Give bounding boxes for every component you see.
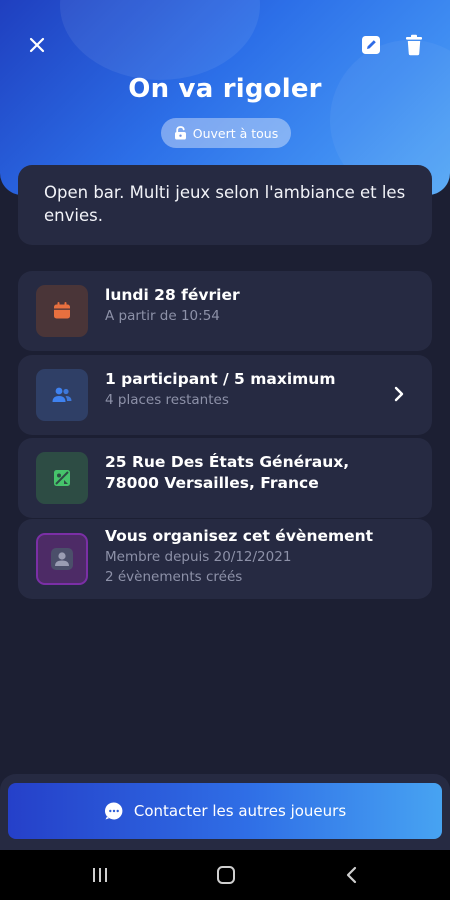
event-title: On va rigoler [128,74,322,104]
participants-count: 1 participant / 5 maximum [105,370,336,388]
member-since: Membre depuis 20/12/2021 [105,549,292,565]
home-button[interactable] [211,862,241,888]
organizer-avatar [36,533,88,585]
user-avatar-icon [51,548,73,570]
location-icon-box [36,452,88,504]
address-line-1: 25 Rue Des États Généraux, [105,453,350,471]
calendar-icon [54,302,70,319]
access-badge-label: Ouvert à tous [192,125,279,141]
event-detail-screen: On va rigoler Ouvert à tous Open bar. Mu… [0,0,450,900]
date-icon-box [36,285,88,337]
edit-icon [362,36,380,54]
organizer-text: Vous organisez cet évènement Membre depu… [105,526,373,587]
system-navigation-bar [0,850,450,900]
location-text: 25 Rue Des États Généraux, 78000 Versail… [105,452,349,494]
participants-icon-box [36,369,88,421]
chevron-right-icon [386,381,412,407]
event-description: Open bar. Multi jeux selon l'ambiance et… [44,183,406,225]
recents-icon [93,868,107,882]
location-card[interactable]: 25 Rue Des États Généraux, 78000 Versail… [18,438,432,518]
access-badge: Ouvert à tous [161,118,291,148]
contact-players-button[interactable]: Contacter les autres joueurs [8,783,442,839]
chat-icon [104,802,123,820]
back-icon [346,866,357,884]
places-remaining: 4 places restantes [105,392,229,408]
close-icon [29,37,45,53]
date-card: lundi 28 février A partir de 10:54 [18,271,432,351]
users-icon [52,387,72,402]
contact-players-label: Contacter les autres joueurs [133,802,347,820]
organizer-card: Vous organisez cet évènement Membre depu… [18,519,432,599]
event-date: lundi 28 février [105,286,240,304]
recents-button[interactable] [85,862,115,888]
date-text: lundi 28 février A partir de 10:54 [105,285,240,326]
header-decoration [60,0,260,80]
map-icon [54,470,70,486]
delete-button[interactable] [399,30,429,60]
address-line-2: 78000 Versailles, France [105,474,319,492]
participants-text: 1 participant / 5 maximum 4 places resta… [105,369,336,410]
trash-icon [406,34,422,56]
back-button[interactable] [337,862,367,888]
organizer-title: Vous organisez cet évènement [105,527,374,545]
close-button[interactable] [22,30,52,60]
home-icon [217,866,235,884]
description-card: Open bar. Multi jeux selon l'ambiance et… [18,165,432,245]
participants-card[interactable]: 1 participant / 5 maximum 4 places resta… [18,355,432,435]
events-created: 2 évènements créés [105,569,243,585]
edit-button[interactable] [356,30,386,60]
event-start-time: A partir de 10:54 [105,308,220,324]
lock-open-icon [174,126,186,140]
